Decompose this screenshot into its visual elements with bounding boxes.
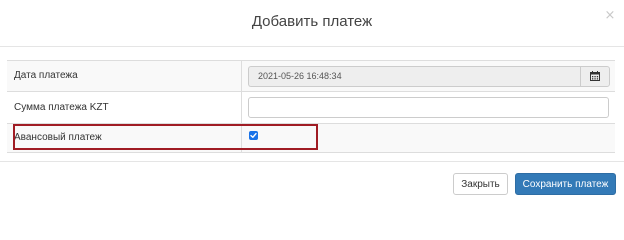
advance-payment-row: Авансовый платеж xyxy=(7,123,615,153)
calendar-icon xyxy=(590,71,600,81)
checkmark-icon xyxy=(250,132,257,138)
payment-date-field[interactable]: 2021-05-26 16:48:34 xyxy=(248,66,580,87)
advance-payment-checkbox[interactable] xyxy=(249,131,258,140)
payment-sum-label: Сумма платежа KZT xyxy=(14,102,109,113)
column-divider xyxy=(241,61,242,91)
add-payment-dialog: Добавить платеж × Дата платежа 2021-05-2… xyxy=(0,0,624,205)
save-payment-button[interactable]: Сохранить платеж xyxy=(515,173,616,195)
column-divider xyxy=(241,124,242,152)
advance-payment-label: Авансовый платеж xyxy=(14,132,102,143)
payment-sum-input[interactable] xyxy=(249,99,608,118)
payment-date-value: 2021-05-26 16:48:34 xyxy=(258,71,342,81)
footer-divider xyxy=(0,161,624,162)
payment-sum-row: Сумма платежа KZT xyxy=(7,91,615,123)
close-icon[interactable]: × xyxy=(604,9,616,23)
column-divider xyxy=(241,92,242,123)
payment-sum-field[interactable] xyxy=(248,97,609,118)
calendar-button[interactable] xyxy=(580,66,610,87)
payment-date-label: Дата платежа xyxy=(14,70,78,81)
dialog-title: Добавить платеж xyxy=(251,13,373,30)
close-button[interactable]: Закрыть xyxy=(453,173,508,195)
payment-date-row: Дата платежа 2021-05-26 16:48:34 xyxy=(7,60,615,91)
dialog-header: Добавить платеж × xyxy=(0,0,624,47)
